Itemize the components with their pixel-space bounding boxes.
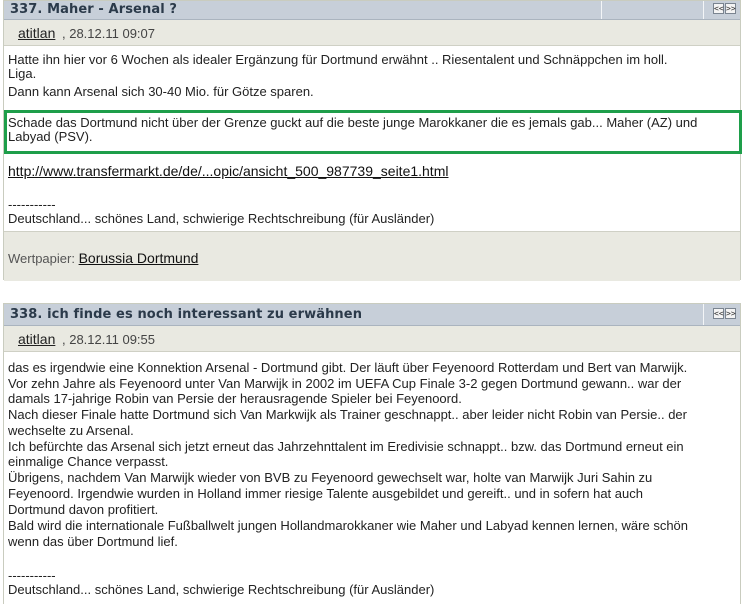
author-link[interactable]: atitlan [18, 25, 55, 41]
post-text-line: Liga. [8, 66, 37, 81]
next-post-icon[interactable]: >> [725, 308, 736, 319]
post-text-line: Hatte ihn hier vor 6 Wochen als idealer … [8, 52, 668, 67]
post-text-line: einmalige Chance verpasst. [8, 454, 169, 469]
post-title: 338. ich finde es noch interessant zu er… [10, 307, 363, 322]
forum-post-338: 338. ich finde es noch interessant zu er… [3, 303, 741, 604]
author-link[interactable]: atitlan [18, 331, 55, 347]
post-header: 338. ich finde es noch interessant zu er… [4, 304, 740, 326]
post-meta: atitlan , 28.12.11 09:55 [4, 326, 740, 352]
post-text-line: Dann kann Arsenal sich 30-40 Mio. für Gö… [8, 84, 314, 99]
post-text-line: wenn das über Dortmund lief. [8, 534, 178, 549]
post-text-line: Feyenoord. Irgendwie wurden in Holland i… [8, 486, 643, 501]
post-meta: atitlan , 28.12.11 09:07 [4, 20, 740, 46]
next-post-icon[interactable]: >> [725, 3, 736, 14]
post-title: 337. Maher - Arsenal ? [10, 2, 178, 17]
highlight-box [4, 110, 742, 154]
post-text-line: wechselte zu Arsenal. [8, 423, 134, 438]
post-date: , 28.12.11 09:55 [62, 332, 156, 347]
prev-post-icon[interactable]: << [713, 308, 724, 319]
header-divider [703, 1, 704, 19]
header-divider [601, 1, 602, 19]
wertpapier-label: Wertpapier: [8, 251, 79, 266]
post-nav: << >> [713, 308, 736, 319]
post-text-line: Übrigens, nachdem Van Marwijk wieder von… [8, 470, 653, 485]
post-link-line: http://www.transfermarkt.de/de/...opic/a… [8, 164, 448, 179]
post-header: 337. Maher - Arsenal ? << >> [4, 1, 740, 20]
prev-post-icon[interactable]: << [713, 3, 724, 14]
post-text-line: Vor zehn Jahre als Feyenoord unter Van M… [8, 376, 682, 391]
post-text-line: Ich befürchte das Arsenal sich jetzt ern… [8, 439, 684, 454]
post-body: das es irgendwie eine Konnektion Arsenal… [4, 352, 740, 604]
transfermarkt-link[interactable]: http://www.transfermarkt.de/de/...opic/a… [8, 163, 448, 179]
post-text-line: Bald wird die internationale Fußballwelt… [8, 518, 689, 533]
post-text-line: das es irgendwie eine Konnektion Arsenal… [8, 360, 688, 375]
header-divider [703, 304, 704, 325]
wertpapier-row: Wertpapier: Borussia Dortmund [8, 250, 198, 266]
forum-post-337: 337. Maher - Arsenal ? << >> atitlan , 2… [3, 0, 742, 281]
post-date: , 28.12.11 09:07 [62, 26, 156, 41]
post-text-line: damals 17-jahrige Robin van Persie der h… [8, 391, 462, 406]
post-text-line: Dortmund davon profitiert. [8, 502, 159, 517]
wertpapier-link[interactable]: Borussia Dortmund [79, 250, 199, 266]
signature: Deutschland... schönes Land, schwierige … [8, 582, 435, 597]
post-footer: Wertpapier: Borussia Dortmund [4, 231, 740, 281]
signature: Deutschland... schönes Land, schwierige … [8, 211, 435, 226]
post-nav: << >> [713, 3, 736, 14]
signature-separator: ----------- [8, 568, 56, 583]
signature-separator: ----------- [8, 197, 56, 212]
post-text-line: Nach dieser Finale hatte Dortmund sich V… [8, 407, 687, 422]
